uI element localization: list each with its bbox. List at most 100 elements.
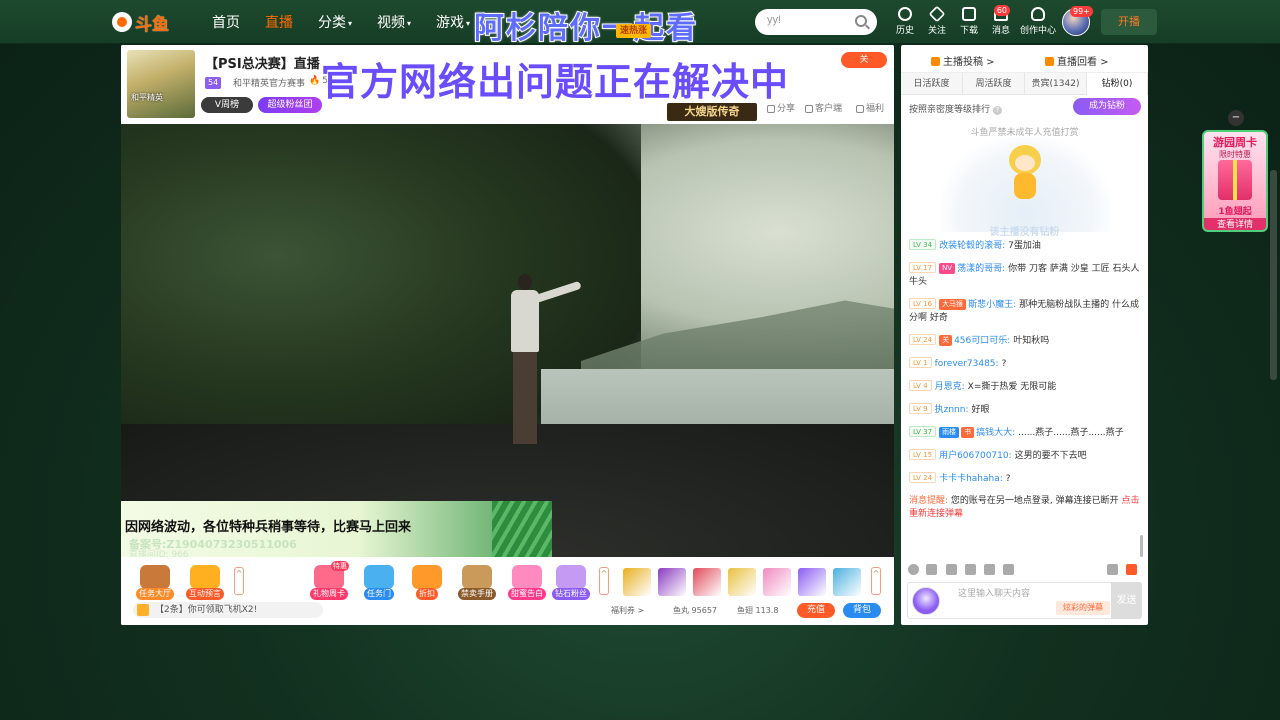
expand-right-button[interactable]: ^: [871, 567, 881, 595]
chat-username[interactable]: forever73485:: [935, 359, 999, 369]
chat-avatar[interactable]: [912, 587, 940, 615]
nav-item-4[interactable]: 游戏 ▾: [436, 12, 470, 32]
chat-text: 叶知秋吗: [1013, 336, 1050, 346]
tool-download[interactable]: 下载: [954, 7, 984, 39]
screen-icon[interactable]: [1107, 564, 1118, 575]
chat-username[interactable]: 用户606700710:: [939, 451, 1012, 461]
toolbar-item-7[interactable]: 钻石粉丝: [549, 565, 593, 600]
network-notice-text: 因网络波动，各位特种兵稍事等待，比赛马上回来: [125, 520, 412, 535]
follow-button[interactable]: 关: [841, 52, 887, 68]
gift-item-6[interactable]: [833, 568, 861, 596]
v-week-rank-button[interactable]: V周榜: [201, 97, 253, 113]
help-icon[interactable]: ?: [992, 106, 1002, 115]
yuchi-balance: 鱼翅 113.8: [737, 606, 779, 615]
chat-username[interactable]: 月恩克:: [935, 382, 965, 392]
tab-vip[interactable]: 贵宾(1342): [1025, 73, 1087, 95]
panel-tabs: 日活跃度 周活跃度 贵宾(1342) 钻粉(0): [901, 73, 1148, 95]
toolbar-item-6[interactable]: 甜蜜告白: [505, 565, 549, 600]
page-scrollbar[interactable]: [1270, 170, 1277, 380]
tab-weekly-activity[interactable]: 周活跃度: [963, 73, 1025, 95]
tool-clock[interactable]: 历史: [890, 7, 920, 39]
gift-item-1[interactable]: [658, 568, 686, 596]
bell-icon: 60: [993, 5, 1010, 21]
nav-item-2[interactable]: 分类 ▾: [318, 12, 352, 32]
chat-username[interactable]: 执znnn:: [935, 405, 969, 415]
toolbar-item-label: 任务大厅: [136, 588, 174, 600]
toolbar-item-2[interactable]: 礼物周卡 特惠: [307, 561, 351, 600]
gift-icon[interactable]: [1126, 564, 1137, 575]
chat-text: X=撕于热爱 无限可能: [967, 382, 1057, 392]
client-action[interactable]: 客户端: [805, 101, 842, 114]
toolbar-item-3[interactable]: 任务门: [357, 565, 401, 600]
bottom-message[interactable]: 【2条】你可领取飞机X2!: [133, 602, 323, 618]
search-input[interactable]: [767, 14, 851, 26]
toolbar-item-0[interactable]: 任务大厅: [133, 565, 177, 600]
chat-username[interactable]: 456可口可乐:: [954, 336, 1010, 346]
gift-item-2[interactable]: [693, 568, 721, 596]
gift-item-4[interactable]: [763, 568, 791, 596]
level-badge: LV 24: [909, 472, 937, 483]
fan-badge: 雨楼: [939, 427, 960, 438]
room-thumbnail[interactable]: [127, 50, 195, 118]
expand-left-button[interactable]: ^: [234, 567, 244, 595]
toolbar-item-icon: [556, 565, 586, 589]
chat-tools: [901, 561, 1148, 579]
nav-item-label: 直播: [265, 15, 293, 31]
chat-list[interactable]: LV 34 改装轮毂的滚哥: 7蛋加油 LV 17 NV 荡漾的哥哥: 你带 刀客 萨满 沙…: [901, 239, 1148, 557]
nav-item-3[interactable]: 视频 ▾: [377, 12, 411, 32]
colorful-danmu-tag[interactable]: 炫彩的弹幕: [1056, 601, 1110, 615]
tab-daily-activity[interactable]: 日活跃度: [901, 73, 963, 95]
welfare-coupon[interactable]: 福利券 >: [611, 605, 644, 616]
broadcast-button[interactable]: 开播: [1101, 9, 1157, 35]
chat-text: ?: [1001, 359, 1007, 369]
send-button[interactable]: 发送: [1111, 582, 1142, 619]
chat-input[interactable]: [958, 588, 1058, 598]
video-player[interactable]: 因网络波动，各位特种兵稍事等待，比赛马上回来 备案号:Z190407323051…: [121, 124, 894, 557]
fans-icon[interactable]: [984, 564, 995, 575]
megaphone-icon[interactable]: [926, 564, 937, 575]
video-person: [505, 274, 582, 444]
expand-mid-button[interactable]: ^: [599, 567, 609, 595]
become-diamond-fan-button[interactable]: 成为钻粉: [1073, 98, 1141, 115]
chat-username[interactable]: 荡漾的哥哥:: [957, 264, 1005, 274]
toolbar-item-4[interactable]: 折扣: [405, 565, 449, 600]
crown-icon[interactable]: [946, 564, 957, 575]
bag-button[interactable]: 背包: [843, 603, 881, 618]
welfare-action[interactable]: 福利: [856, 101, 884, 114]
tool-bulb[interactable]: 创作中心: [1018, 7, 1058, 39]
search-icon[interactable]: [855, 15, 867, 27]
gift-item-0[interactable]: [623, 568, 651, 596]
chat-username[interactable]: 卡卡卡hahaha:: [939, 474, 1003, 484]
settings-icon[interactable]: [1003, 564, 1014, 575]
gift-item-3[interactable]: [728, 568, 756, 596]
chat-message: LV 34 改装轮毂的滚哥: 7蛋加油: [901, 239, 1148, 253]
toolbar-item-5[interactable]: 禁卖手册: [455, 565, 499, 600]
toolbar-item-icon: [412, 565, 442, 589]
streamer-name[interactable]: 和平精英官方赛事: [233, 76, 305, 89]
tab-diamond-fans[interactable]: 钻粉(0): [1087, 73, 1148, 95]
caret-down-icon: ▾: [348, 18, 353, 28]
chat-scrollbar[interactable]: [1140, 535, 1143, 557]
chat-username[interactable]: 改装轮毂的滚哥:: [939, 241, 1005, 251]
color-icon[interactable]: [965, 564, 976, 575]
chat-username[interactable]: 搞钱大大:: [976, 428, 1015, 438]
replay-link[interactable]: 直播回看 >: [1045, 53, 1109, 68]
ad-details-button[interactable]: 查看详情: [1204, 218, 1266, 230]
nav-item-0[interactable]: 首页: [212, 12, 240, 32]
nav-item-1[interactable]: 直播: [265, 12, 293, 32]
tool-bell[interactable]: 60 消息: [986, 5, 1016, 39]
nav-item-label: 首页: [212, 15, 240, 31]
chat-username[interactable]: 斯悲小魔王:: [968, 300, 1016, 310]
emoji-icon[interactable]: [908, 564, 919, 575]
streamer-submit-link[interactable]: 主播投稿 >: [931, 53, 995, 68]
tool-label: 创作中心: [1019, 26, 1056, 36]
ad-close-icon[interactable]: −: [1228, 110, 1244, 126]
charge-button[interactable]: 充值: [797, 603, 835, 618]
super-fans-button[interactable]: 超级粉丝团: [258, 97, 322, 113]
gift-item-5[interactable]: [798, 568, 826, 596]
hot-badge: 速热涨: [616, 24, 652, 38]
toolbar-item-1[interactable]: 互动预言: [183, 565, 227, 600]
tool-heart[interactable]: 关注: [922, 5, 952, 39]
floating-ad[interactable]: 游园周卡 限时特惠 1鱼翅起 查看详情: [1202, 130, 1268, 232]
site-logo[interactable]: 斗鱼: [112, 9, 172, 35]
